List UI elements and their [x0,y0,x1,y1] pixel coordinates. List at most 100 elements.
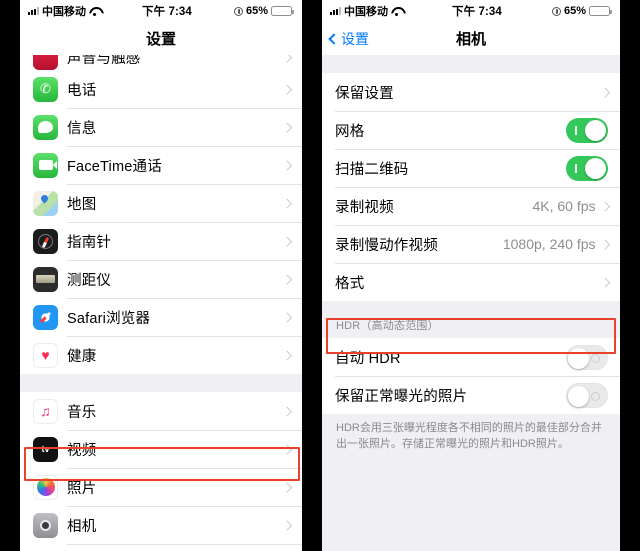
page-title: 设置 [145,31,176,48]
carrier-label: 中国移动 [344,6,388,18]
grid-toggle[interactable] [566,117,608,143]
right-status-left: 中国移动 [330,3,402,19]
left-status-left: 中国移动 [28,3,100,19]
chevron-right-icon [282,160,292,170]
chevron-right-icon [282,350,292,360]
list-item-partial[interactable]: 声音与触感 [20,55,302,70]
row-value: 4K, 60 fps [532,198,596,214]
row-label: 网格 [335,123,365,140]
sidebar-item-facetime[interactable]: FaceTime通话 [20,146,302,184]
row-label: 扫描二维码 [335,161,409,178]
left-status-bar: 中国移动 下午 7:34 65% [20,0,302,22]
music-icon: ♫ [33,398,58,424]
sidebar-item-video[interactable]: tv 视频 [20,430,302,468]
battery-percent-label: 65% [245,5,268,17]
row-label: 保留设置 [335,85,394,102]
sidebar-item-compass[interactable]: 指南针 [20,222,302,260]
sidebar-item-safari[interactable]: Safari浏览器 [20,298,302,336]
chevron-right-icon [282,84,292,94]
maps-icon [33,190,58,216]
row-label: 录制慢动作视频 [335,237,438,254]
chevron-right-icon [282,406,292,416]
wifi-icon [391,7,402,16]
sidebar-item-gamecenter[interactable]: Game Center [20,544,302,551]
chevron-right-icon [600,201,610,211]
setting-row-keep-normal-photo[interactable]: 保留正常曝光的照片 [322,376,620,414]
right-nav-bar: 设置 相机 [322,22,620,55]
carrier-label: 中国移动 [42,6,86,18]
chevron-right-icon [282,198,292,208]
setting-row-grid[interactable]: 网格 [322,111,620,149]
right-status-bar: 中国移动 下午 7:34 65% [322,0,620,22]
keep-normal-photo-toggle[interactable] [566,382,608,408]
list-item-label: 信息 [67,120,97,137]
hdr-group: 自动 HDR 保留正常曝光的照片 [322,338,620,414]
top-spacer [322,55,620,73]
left-settings-list[interactable]: 声音与触感 ✆ 电话 信息 FaceTime通话 地图 指南针 测距仪 Safa… [20,55,302,551]
chevron-right-icon [282,444,292,454]
sidebar-item-messages[interactable]: 信息 [20,108,302,146]
sounds-icon [33,55,58,70]
left-phone-panel: 中国移动 下午 7:34 65% 设置 声音与触感 ✆ 电话 信息 FaceTi… [20,0,302,551]
page-title: 相机 [455,31,486,48]
row-label: 自动 HDR [335,350,401,367]
list-item-label: 视频 [67,442,97,459]
row-label: 格式 [335,275,365,292]
battery-percent-label: 65% [563,5,586,17]
row-value: 1080p, 240 fps [502,236,596,252]
camera-main-group: 保留设置 网格 扫描二维码 录制视频 4K, 60 fps 录制慢动作视频 10… [322,73,620,301]
list-item-label: 地图 [67,196,97,213]
chevron-right-icon [282,274,292,284]
setting-row-format[interactable]: 格式 [322,263,620,301]
clock-label: 下午 7:34 [452,6,502,18]
signal-bars-icon [330,7,341,15]
hdr-footer-note: HDR会用三张曝光程度各不相同的照片的最佳部分合并出一张照片。存储正常曝光的照片… [322,414,620,462]
sidebar-item-photos[interactable]: 照片 [20,468,302,506]
chevron-right-icon [282,55,292,63]
battery-icon [271,6,294,16]
scan-qr-toggle[interactable] [566,155,608,181]
chevron-right-icon [282,482,292,492]
measure-icon [33,266,58,292]
clock-label: 下午 7:34 [142,6,192,18]
list-item-label: 电话 [67,82,97,99]
chevron-right-icon [600,87,610,97]
camera-settings-list[interactable]: 保留设置 网格 扫描二维码 录制视频 4K, 60 fps 录制慢动作视频 10… [322,55,620,551]
list-item-label: 健康 [67,348,97,365]
back-button-label: 设置 [341,30,369,47]
sidebar-item-maps[interactable]: 地图 [20,184,302,222]
chevron-right-icon [282,520,292,530]
battery-icon [589,6,612,16]
setting-row-scan-qr[interactable]: 扫描二维码 [322,149,620,187]
group-separator [20,374,302,392]
sidebar-item-music[interactable]: ♫ 音乐 [20,392,302,430]
appletv-icon: tv [33,436,58,462]
list-item-label: 相机 [67,518,97,535]
chevron-right-icon [282,122,292,132]
safari-icon [33,304,58,330]
sidebar-item-measure[interactable]: 测距仪 [20,260,302,298]
compass-icon [33,228,58,254]
auto-hdr-toggle[interactable] [566,344,608,370]
setting-row-preserve-settings[interactable]: 保留设置 [322,73,620,111]
sidebar-item-phone[interactable]: ✆ 电话 [20,70,302,108]
camera-icon [33,512,58,538]
right-phone-panel: 中国移动 下午 7:34 65% 设置 相机 保留设置 网格 扫描二维码 录制视… [322,0,620,551]
chevron-right-icon [600,239,610,249]
messages-icon [33,114,58,140]
setting-row-record-slomo[interactable]: 录制慢动作视频 1080p, 240 fps [322,225,620,263]
setting-row-record-video[interactable]: 录制视频 4K, 60 fps [322,187,620,225]
right-status-right: 65% [551,5,612,17]
hdr-section-header: HDR（高动态范围） [322,311,620,338]
sidebar-item-camera[interactable]: 相机 [20,506,302,544]
back-button[interactable]: 设置 [328,29,369,49]
sidebar-item-health[interactable]: ♥ 健康 [20,336,302,374]
facetime-icon [33,152,58,178]
row-label: 保留正常曝光的照片 [335,388,468,405]
screenshot-stage: 中国移动 下午 7:34 65% 设置 声音与触感 ✆ 电话 信息 FaceTi… [0,0,640,551]
setting-row-auto-hdr[interactable]: 自动 HDR [322,338,620,376]
chevron-right-icon [282,236,292,246]
health-icon: ♥ [33,342,58,368]
photos-icon [33,474,58,500]
list-item-label: 照片 [67,480,97,497]
